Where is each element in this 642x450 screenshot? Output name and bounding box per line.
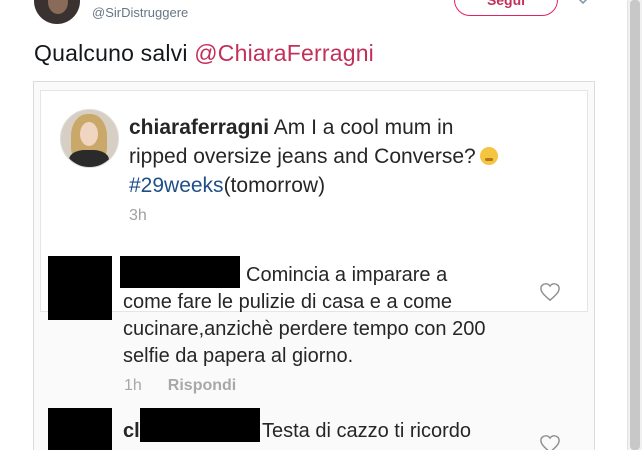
post-timestamp: 3h — [129, 207, 147, 224]
post-hashtag: #29weeks — [129, 174, 224, 197]
caption-line-2: ripped oversize jeans and Converse? — [129, 145, 476, 168]
tweet-text-body: Qualcuno salvi — [34, 40, 195, 66]
tweet-header: @SirDistruggere Segui — [0, 0, 628, 40]
attached-photo[interactable]: chiaraferragni Am I a cool mum in ripped… — [33, 81, 595, 450]
comment-1-meta: 1h Rispondi — [124, 377, 236, 395]
comment-2-username: cl — [123, 420, 140, 442]
comment-1-line-1: Comincia a imparare a — [246, 264, 448, 286]
post-username: chiaraferragni — [129, 116, 270, 139]
comment-1-text: Comincia a imparare a come fare le puliz… — [123, 262, 523, 370]
caption-line-1: Am I a cool mum in — [269, 116, 454, 139]
scrollbar[interactable] — [627, 0, 642, 450]
comment-1-time: 1h — [124, 377, 142, 394]
caption-line-3: (tomorrow) — [223, 174, 326, 197]
heart-icon[interactable] — [539, 434, 561, 450]
author-avatar[interactable] — [34, 0, 80, 24]
caret-down-icon[interactable] — [576, 0, 590, 8]
post-caption: chiaraferragni Am I a cool mum in ripped… — [129, 113, 549, 200]
tweet-mention-link[interactable]: @ChiaraFerragni — [194, 40, 374, 66]
scrollbar-thumb[interactable] — [630, 0, 640, 450]
comment-1-line-2: come fare le pulizie di casa e a come — [123, 291, 453, 313]
comment-2-line-1: Testa di cazzo ti ricordo — [262, 420, 471, 442]
redacted-avatar — [48, 408, 112, 450]
comment-1-line-4: selfie da papera al giorno. — [123, 345, 354, 367]
instagram-avatar — [60, 109, 119, 168]
redacted-username — [140, 408, 260, 442]
author-handle[interactable]: @SirDistruggere — [92, 5, 188, 20]
tweet-text: Qualcuno salvi @ChiaraFerragni — [34, 40, 374, 67]
reply-button[interactable]: Rispondi — [168, 377, 236, 394]
heart-icon[interactable] — [539, 282, 561, 302]
follow-button[interactable]: Segui — [454, 0, 558, 16]
redacted-avatar — [48, 256, 112, 320]
thinking-face-emoji — [479, 147, 498, 165]
comment-1-line-3: cucinare,anzichè perdere tempo con 200 — [123, 318, 486, 340]
